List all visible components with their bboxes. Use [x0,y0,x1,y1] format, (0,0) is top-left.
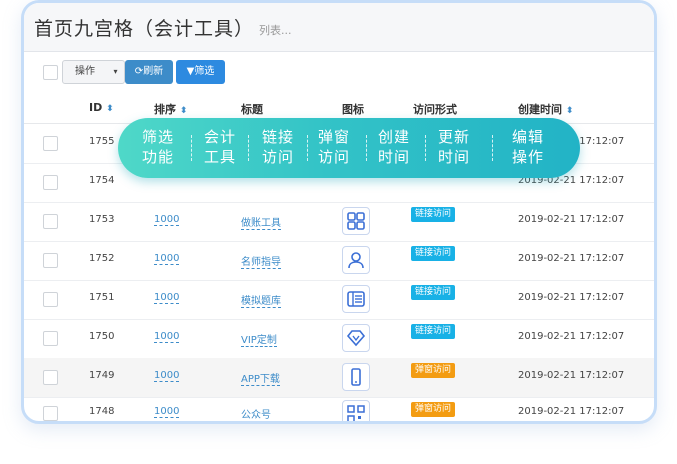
toolbar: 操作 ▾ ⟳刷新 ▼筛选 [24,52,654,92]
column-icon: 图标 [342,103,364,116]
row-title-edit-link[interactable]: 名师指导 [241,253,281,269]
page-header: 首页九宫格（会计工具） 列表... [24,3,654,52]
row-sort-edit-link[interactable]: 1000 [154,406,180,418]
person-icon [342,246,370,274]
row-checkbox[interactable] [43,406,58,421]
table-row: 1750 1000 VIP定制 链接访问 2019-02-21 17:12:07 [24,319,654,359]
row-created: 2019-02-21 17:12:07 [518,253,625,264]
sort-icon: ⬍ [179,106,188,116]
access-badge: 链接访问 [411,246,456,261]
row-sort-edit-link[interactable]: 1000 [154,292,180,304]
feature-banner: 筛选 功能 会计 工具 链接 访问 弹窗 访问 创建 时间 更新 时间 编辑 操作 [118,118,580,178]
column-created[interactable]: 创建时间 ⬍ [518,101,573,117]
select-all-checkbox[interactable] [43,65,58,80]
sort-icon: ⬍ [106,104,114,114]
row-id: 1748 [89,406,115,417]
feature-divider [425,135,426,161]
row-sort-edit-link[interactable]: 1000 [154,253,180,265]
column-id[interactable]: ID ⬍ [89,101,114,114]
row-created: 2019-02-21 17:12:07 [518,406,625,417]
row-created: 2019-02-21 17:12:07 [518,292,625,303]
feature-divider [248,135,249,161]
row-checkbox[interactable] [43,292,58,307]
access-badge: 链接访问 [411,207,456,222]
row-checkbox[interactable] [43,370,58,385]
feature-item: 会计 工具 [204,128,237,166]
feature-divider [492,135,493,161]
row-checkbox[interactable] [43,175,58,190]
sort-icon: ⬍ [565,106,574,116]
row-created: 2019-02-21 17:12:07 [518,370,625,381]
diamond-icon [342,324,370,352]
access-badge: 链接访问 [411,285,456,300]
filter-button[interactable]: ▼筛选 [176,60,225,84]
row-id: 1752 [89,253,115,264]
row-sort-edit-link[interactable]: 1000 [154,331,180,343]
row-id: 1751 [89,292,115,303]
table-row: 1753 1000 做账工具 链接访问 2019-02-21 17:12:07 [24,202,654,242]
row-title-edit-link[interactable]: 模拟题库 [241,292,281,308]
row-title-edit-link[interactable]: 做账工具 [241,214,281,230]
operate-button[interactable]: 操作 [62,60,108,84]
operate-dropdown-toggle[interactable]: ▾ [107,60,125,84]
table-row: 1749 1000 APP下载 弹窗访问 2019-02-21 17:12:07 [24,358,654,398]
feature-divider [366,135,367,161]
row-id: 1753 [89,214,115,225]
row-checkbox[interactable] [43,331,58,346]
access-badge: 弹窗访问 [411,402,456,417]
column-title: 标题 [241,103,263,116]
access-badge: 链接访问 [411,324,456,339]
column-sort[interactable]: 排序 ⬍ [154,101,187,117]
row-title-edit-link[interactable]: VIP定制 [241,331,277,347]
row-id: 1755 [89,136,115,147]
row-sort-edit-link[interactable]: 1000 [154,214,180,226]
row-sort-edit-link[interactable]: 1000 [154,370,180,382]
page-subtitle: 列表... [259,24,292,37]
row-checkbox[interactable] [43,253,58,268]
row-id: 1754 [89,175,115,186]
list-icon [342,285,370,313]
filter-label: 筛选 [194,66,215,77]
refresh-icon: ⟳ [134,66,144,77]
qrcode-icon [342,400,370,421]
row-title-edit-link[interactable]: APP下载 [241,370,280,386]
row-id: 1750 [89,331,115,342]
phone-icon [342,363,370,391]
table-row: 1751 1000 模拟题库 链接访问 2019-02-21 17:12:07 [24,280,654,320]
refresh-button[interactable]: ⟳刷新 [125,60,173,84]
feature-item: 编辑 操作 [512,128,545,166]
table-row: 1748 1000 公众号 弹窗访问 2019-02-21 17:12:07 [24,397,654,421]
page-title: 首页九宫格（会计工具） [34,18,255,40]
feature-item: 更新 时间 [438,128,471,166]
column-access: 访问形式 [413,103,457,116]
row-created: 2019-02-21 17:12:07 [518,214,625,225]
feature-divider [307,135,308,161]
row-checkbox[interactable] [43,136,58,151]
feature-item: 链接 访问 [262,128,295,166]
table-row: 1752 1000 名师指导 链接访问 2019-02-21 17:12:07 [24,241,654,281]
access-badge: 弹窗访问 [411,363,456,378]
feature-item: 弹窗 访问 [318,128,351,166]
app-window: 首页九宫格（会计工具） 列表... 操作 ▾ ⟳刷新 ▼筛选 ID ⬍ 排序 ⬍… [21,0,657,424]
row-checkbox[interactable] [43,214,58,229]
row-title-edit-link[interactable]: 公众号 [241,406,271,421]
feature-item: 创建 时间 [378,128,411,166]
refresh-label: 刷新 [143,66,164,77]
feature-item: 筛选 功能 [142,128,175,166]
apps-icon [342,207,370,235]
row-created: 2019-02-21 17:12:07 [518,331,625,342]
feature-divider [191,135,192,161]
row-id: 1749 [89,370,115,381]
